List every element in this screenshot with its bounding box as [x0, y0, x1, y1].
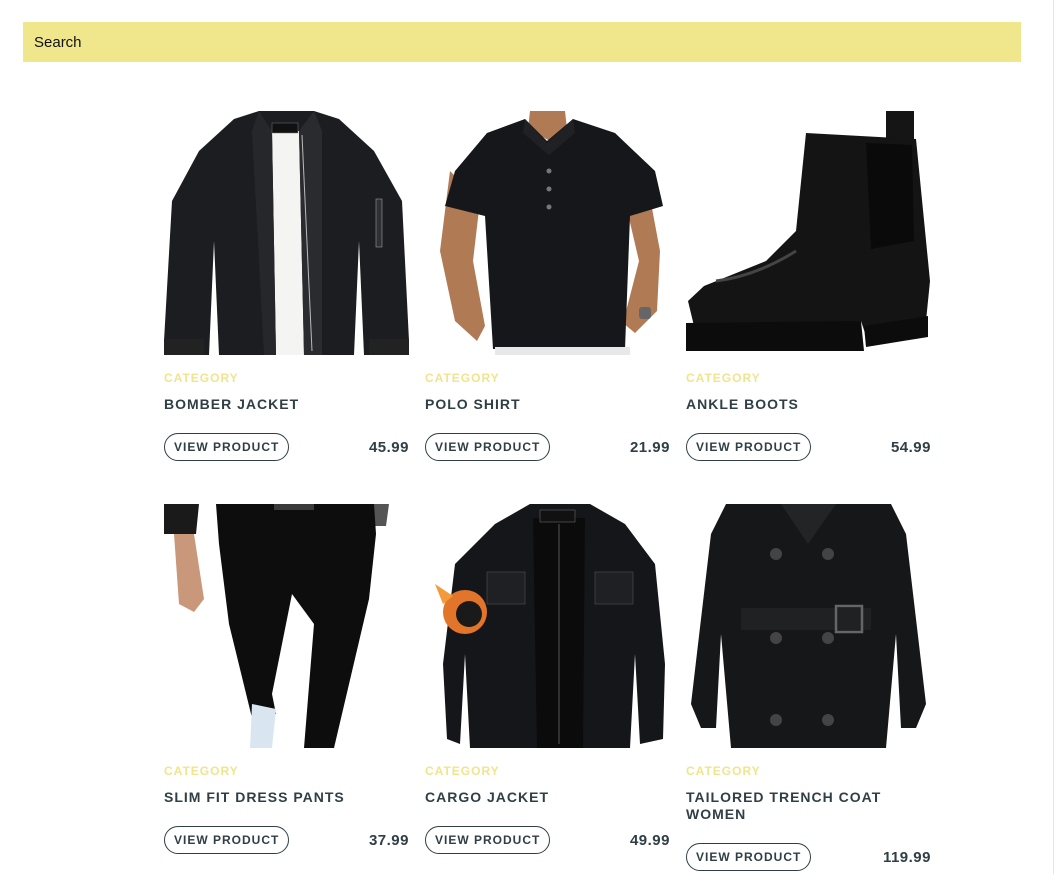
product-name: Tailored Trench Coat Women: [686, 789, 882, 822]
product-price: 54.99: [890, 438, 931, 456]
product-card: Category Polo Shirt View Product 21.99: [425, 111, 670, 504]
bomber-jacket-image[interactable]: [164, 111, 409, 355]
search-label: Search: [34, 33, 82, 51]
trench-coat-image[interactable]: [686, 504, 931, 748]
ankle-boots-image[interactable]: [686, 111, 931, 355]
product-name: Cargo Jacket: [425, 789, 550, 805]
product-name: Slim Fit Dress Pants: [164, 789, 345, 805]
polo-shirt-image[interactable]: [425, 111, 670, 355]
product-category: Category: [425, 764, 500, 778]
view-product-button[interactable]: View Product: [164, 433, 290, 461]
product-category: Category: [164, 371, 239, 385]
product-price: 37.99: [368, 831, 409, 849]
product-category: Category: [164, 764, 239, 778]
cargo-jacket-image[interactable]: [425, 504, 670, 748]
product-name: Ankle Boots: [686, 396, 799, 412]
dress-pants-image[interactable]: [164, 504, 409, 748]
product-price: 119.99: [882, 848, 931, 866]
product-card: Category Ankle Boots View Product 54.99: [686, 111, 931, 504]
view-product-button[interactable]: View Product: [686, 843, 812, 871]
search-bar[interactable]: Search: [23, 22, 1021, 62]
product-price: 49.99: [629, 831, 670, 849]
product-price: 45.99: [368, 438, 409, 456]
page-edge-divider: [1053, 0, 1054, 874]
product-card: Category Slim Fit Dress Pants View Produ…: [164, 504, 409, 874]
product-price: 21.99: [629, 438, 670, 456]
product-category: Category: [686, 371, 761, 385]
product-card: Category Cargo Jacket View Product 49.99: [425, 504, 670, 874]
product-name: Bomber Jacket: [164, 396, 300, 412]
view-product-button[interactable]: View Product: [425, 826, 551, 854]
product-card: Category Tailored Trench Coat Women View…: [686, 504, 931, 874]
product-catalog-page: Search Category Bomber Jacket: [0, 0, 1060, 874]
product-name: Polo Shirt: [425, 396, 521, 412]
view-product-button[interactable]: View Product: [164, 826, 290, 854]
product-category: Category: [686, 764, 761, 778]
view-product-button[interactable]: View Product: [686, 433, 812, 461]
product-grid: Category Bomber Jacket View Product 45.9…: [164, 111, 931, 874]
product-category: Category: [425, 371, 500, 385]
view-product-button[interactable]: View Product: [425, 433, 551, 461]
product-card: Category Bomber Jacket View Product 45.9…: [164, 111, 409, 504]
